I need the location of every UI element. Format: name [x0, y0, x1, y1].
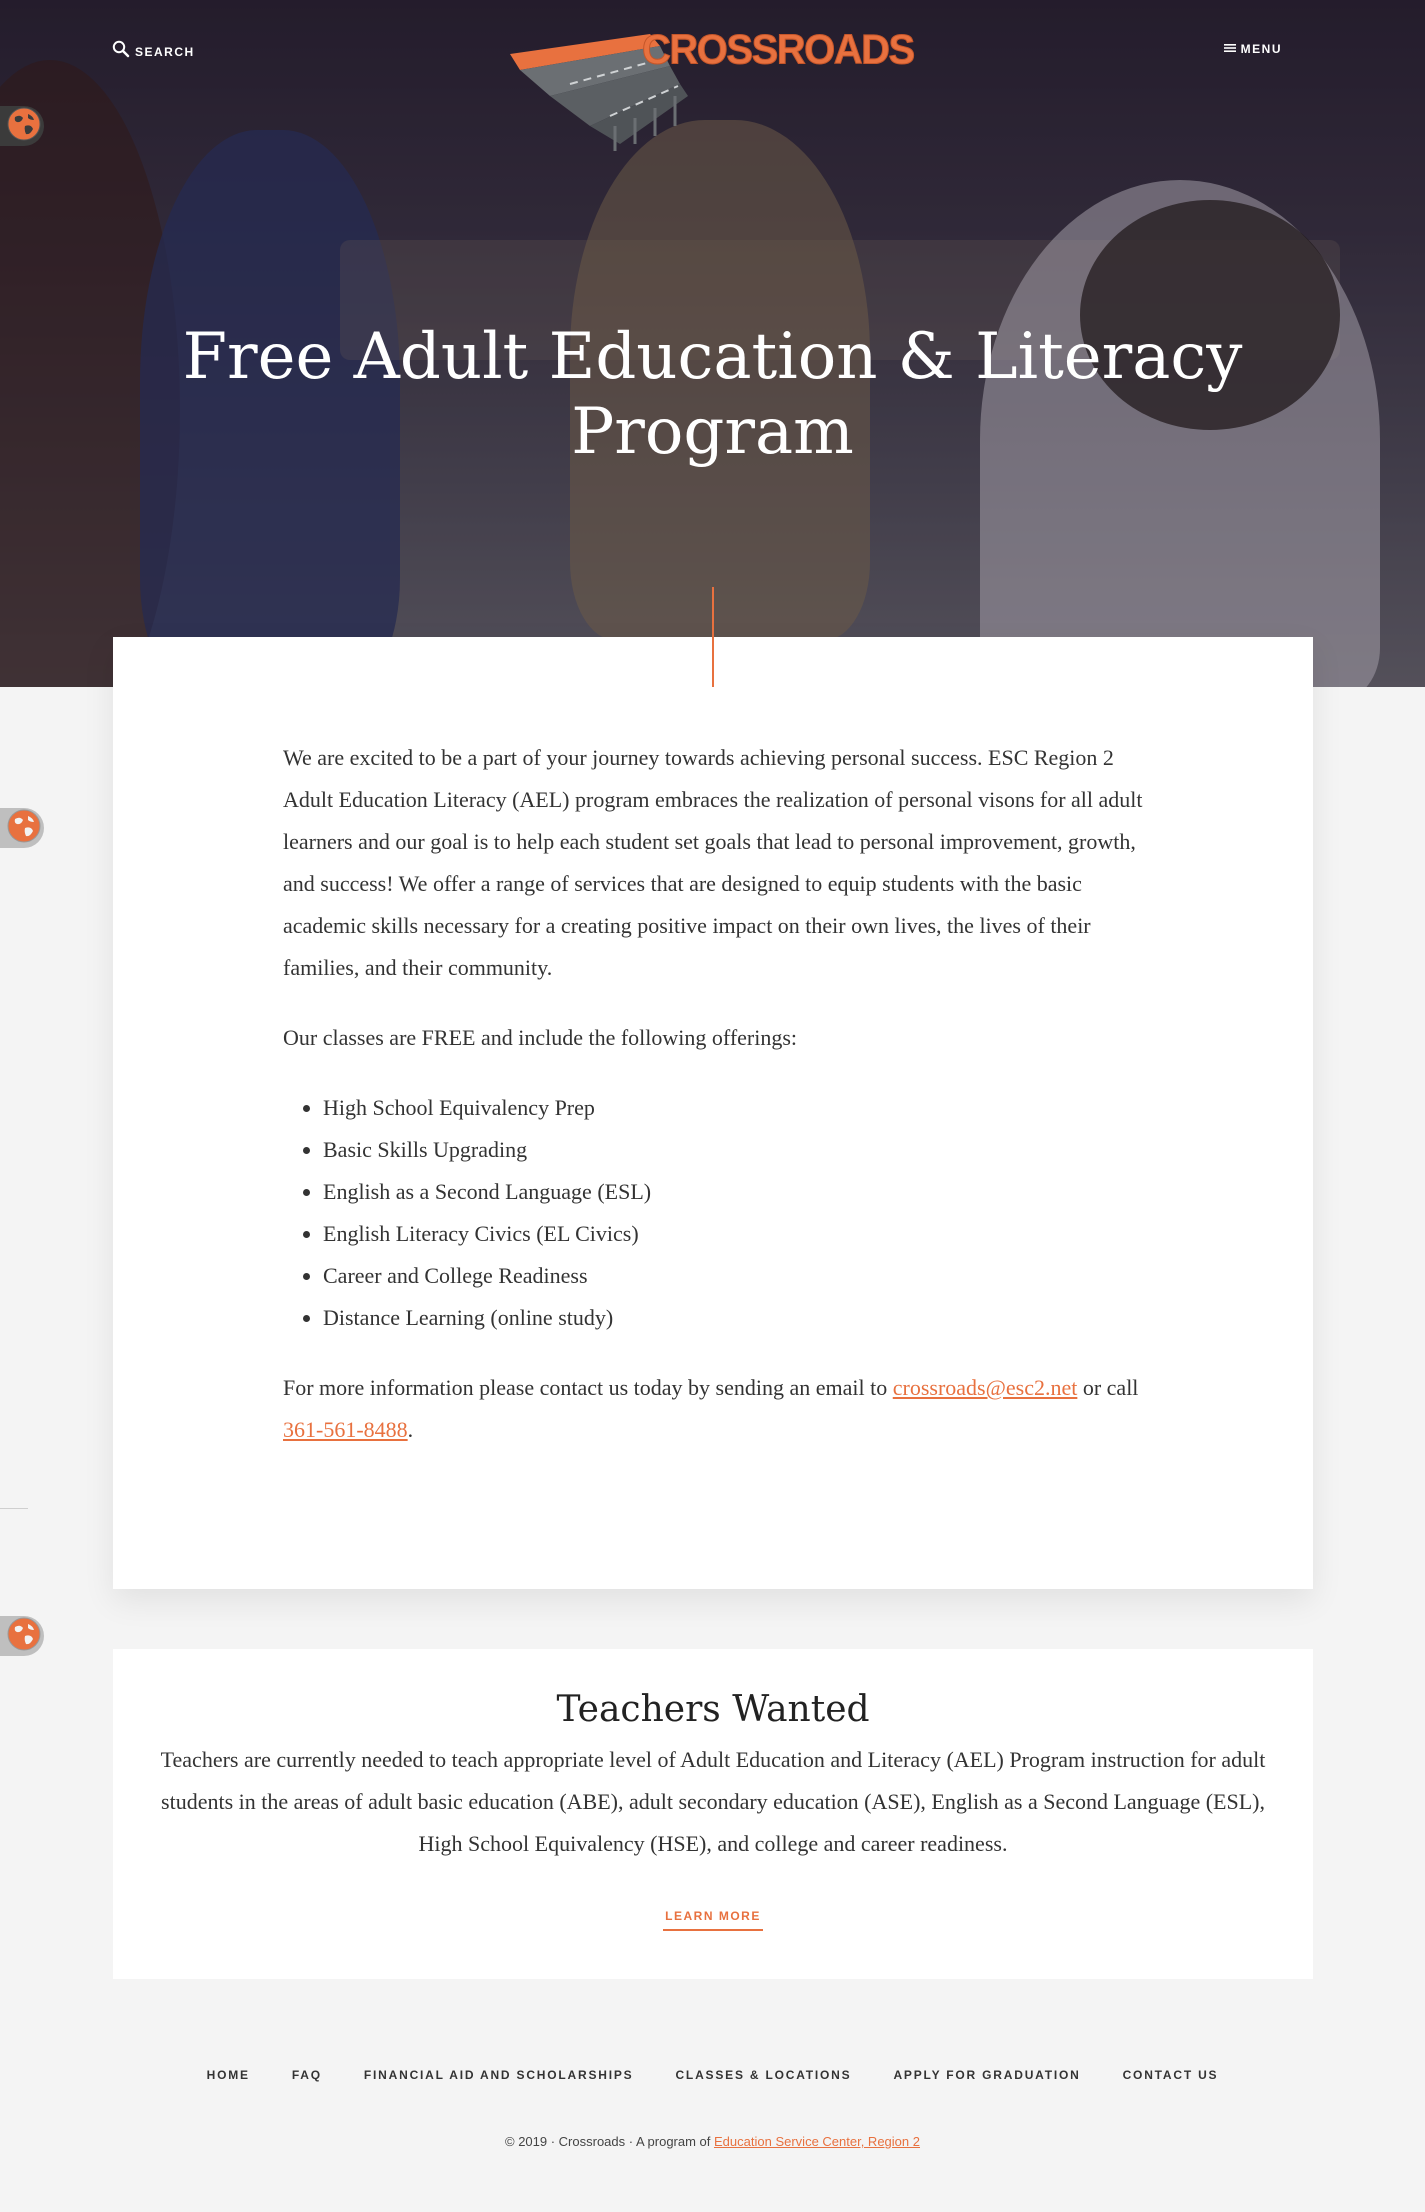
translate-widget-tab[interactable] [0, 106, 44, 146]
list-item: English as a Second Language (ESL) [323, 1171, 1153, 1213]
intro-content: We are excited to be a part of your jour… [283, 737, 1153, 1479]
globe-icon [6, 808, 42, 849]
menu-label: MENU [1240, 42, 1282, 56]
search-toggle[interactable]: SEARCH [112, 40, 195, 63]
list-item: English Literacy Civics (EL Civics) [323, 1213, 1153, 1255]
translate-widget-tab[interactable] [0, 808, 44, 848]
list-item: Career and College Readiness [323, 1255, 1153, 1297]
copyright-text: © 2019 · Crossroads · A program of [505, 2134, 715, 2149]
site-logo[interactable]: CROSSROADS [510, 26, 920, 151]
copyright: © 2019 · Crossroads · A program of Educa… [0, 2134, 1425, 2149]
offerings-list: High School Equivalency Prep Basic Skill… [283, 1087, 1153, 1339]
menu-icon [1223, 40, 1236, 58]
list-item: Distance Learning (online study) [323, 1297, 1153, 1339]
list-item: Basic Skills Upgrading [323, 1129, 1153, 1171]
footer-link-apply-graduation[interactable]: APPLY FOR GRADUATION [893, 2068, 1080, 2082]
search-icon [112, 40, 130, 63]
side-divider [0, 1508, 28, 1509]
learn-more-button[interactable]: LEARN MORE [663, 1909, 763, 1931]
intro-card: We are excited to be a part of your jour… [113, 637, 1313, 1589]
email-link[interactable]: crossroads@esc2.net [893, 1375, 1078, 1400]
contact-prefix: For more information please contact us t… [283, 1375, 893, 1400]
globe-icon [6, 1616, 42, 1657]
footer-link-classes-locations[interactable]: CLASSES & LOCATIONS [675, 2068, 851, 2082]
logo-wordmark: CROSSROADS [642, 26, 916, 74]
contact-paragraph: For more information please contact us t… [283, 1367, 1153, 1451]
footer-link-financial-aid[interactable]: FINANCIAL AID AND SCHOLARSHIPS [364, 2068, 634, 2082]
teachers-title: Teachers Wanted [556, 1689, 870, 1730]
phone-link[interactable]: 361-561-8488 [283, 1417, 408, 1442]
offerings-intro: Our classes are FREE and include the fol… [283, 1025, 798, 1050]
card-divider-line [712, 637, 714, 687]
teachers-text: Teachers are currently needed to teach a… [160, 1747, 1266, 1856]
hero-banner: SEARCH CROSSROADS MENU Free Adult Educat… [0, 0, 1425, 687]
footer-link-faq[interactable]: FAQ [292, 2068, 322, 2082]
list-item: High School Equivalency Prep [323, 1087, 1153, 1129]
footer-link-contact[interactable]: CONTACT US [1123, 2068, 1219, 2082]
menu-toggle[interactable]: MENU [1223, 40, 1282, 58]
footer-nav: HOME FAQ FINANCIAL AID AND SCHOLARSHIPS … [0, 2068, 1425, 2082]
globe-icon [6, 106, 42, 147]
intro-paragraph: We are excited to be a part of your jour… [283, 745, 1143, 980]
search-label: SEARCH [135, 44, 195, 59]
contact-middle: or call [1077, 1375, 1139, 1400]
translate-widget-tab[interactable] [0, 1616, 44, 1656]
contact-suffix: . [407, 1417, 414, 1442]
page-title: Free Adult Education & Literacy Program [182, 320, 1243, 469]
esc-region-2-link[interactable]: Education Service Center, Region 2 [714, 2134, 920, 2149]
teachers-wanted-card: Teachers Wanted Teachers are currently n… [113, 1649, 1313, 1979]
footer-link-home[interactable]: HOME [207, 2068, 250, 2082]
